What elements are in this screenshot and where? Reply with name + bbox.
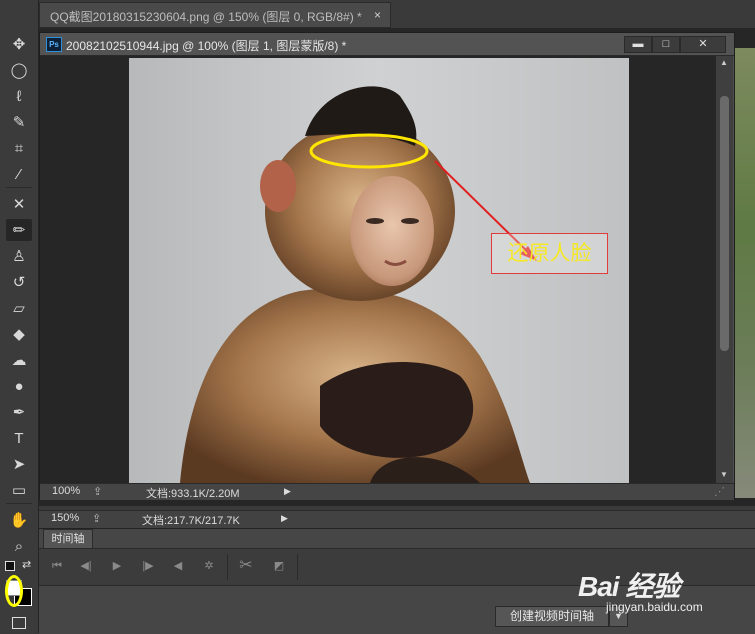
- back-document-close-icon[interactable]: ×: [374, 8, 381, 22]
- highlight-ellipse: [5, 575, 23, 607]
- crop-tool-icon[interactable]: ⌗: [6, 137, 32, 159]
- healing-tool-icon[interactable]: ✕: [6, 193, 32, 215]
- back-document-tab[interactable]: QQ截图20180315230604.png @ 150% (图层 0, RGB…: [39, 2, 391, 28]
- share-icon[interactable]: ⇪: [93, 485, 102, 498]
- quick-mask-icon[interactable]: [12, 617, 26, 629]
- next-frame-icon[interactable]: |▶: [140, 558, 156, 574]
- eyedropper-tool-icon[interactable]: ⁄: [6, 163, 32, 185]
- divider: [227, 554, 228, 580]
- scroll-down-icon[interactable]: ▼: [720, 470, 728, 479]
- marquee-tool-icon[interactable]: ◯: [6, 59, 32, 81]
- back-status-menu-icon[interactable]: ▶: [281, 513, 288, 524]
- canvas-area[interactable]: [40, 56, 716, 483]
- first-frame-icon[interactable]: ⏮: [49, 558, 65, 574]
- brush-tool-icon[interactable]: ✏: [6, 219, 32, 241]
- document-status-bar: 100% ⇪ 文档:933.1K/2.20M ▶ ⋰: [40, 483, 734, 500]
- photoshop-icon: Ps: [46, 37, 62, 52]
- toolbar-divider: [6, 187, 32, 188]
- blur-tool-icon[interactable]: ☁: [6, 349, 32, 371]
- default-colors-icon[interactable]: [5, 561, 15, 571]
- monkey-ear: [260, 160, 296, 212]
- zoom-level[interactable]: 100%: [52, 485, 80, 497]
- scroll-up-icon[interactable]: ▲: [720, 58, 728, 67]
- play-icon[interactable]: ▶: [109, 558, 125, 574]
- previous-frame-icon[interactable]: ◀|: [78, 558, 94, 574]
- clone-stamp-tool-icon[interactable]: ♙: [6, 245, 32, 267]
- baidu-watermark-logo: Bai 经验: [578, 571, 680, 602]
- toolbar-divider: [6, 503, 32, 504]
- split-scissors-icon[interactable]: ✂: [238, 558, 254, 574]
- swap-colors-icon[interactable]: ⇄: [22, 558, 31, 571]
- back-document-title: QQ截图20180315230604.png @ 150% (图层 0, RGB…: [50, 10, 362, 24]
- monkey-hands: [320, 362, 474, 458]
- quick-select-tool-icon[interactable]: ✎: [6, 111, 32, 133]
- back-share-icon[interactable]: ⇪: [92, 512, 101, 525]
- document-size: 文档:933.1K/2.20M: [146, 488, 240, 500]
- type-tool-icon[interactable]: T: [6, 427, 32, 449]
- document-title: 20082102510944.jpg @ 100% (图层 1, 图层蒙版/8)…: [66, 39, 347, 53]
- lasso-tool-icon[interactable]: ℓ: [6, 85, 32, 107]
- shape-tool-icon[interactable]: ▭: [6, 479, 32, 501]
- resize-grip-icon[interactable]: ⋰: [714, 485, 725, 498]
- hand-tool-icon[interactable]: ✋: [6, 509, 32, 531]
- close-button[interactable]: ✕: [680, 36, 726, 53]
- tools-panel: ✥ ◯ ℓ ✎ ⌗ ⁄ ✕ ✏ ♙ ↺ ▱ ◆ ☁ ● ✒ T ➤ ▭ ✋ ⌕ ⇄: [0, 0, 39, 633]
- document-canvas[interactable]: [40, 56, 716, 483]
- path-select-tool-icon[interactable]: ➤: [6, 453, 32, 475]
- eraser-tool-icon[interactable]: ▱: [6, 297, 32, 319]
- history-brush-tool-icon[interactable]: ↺: [6, 271, 32, 293]
- tab-timeline[interactable]: 时间轴: [43, 529, 93, 548]
- annotation-label-box: 还原人脸: [491, 233, 608, 274]
- back-zoom-level[interactable]: 150%: [51, 512, 79, 524]
- maximize-button[interactable]: □: [652, 36, 680, 53]
- transition-icon[interactable]: ◩: [271, 558, 287, 574]
- zoom-tool-icon[interactable]: ⌕: [6, 535, 32, 557]
- dodge-tool-icon[interactable]: ●: [6, 375, 32, 397]
- paint-bucket-tool-icon[interactable]: ◆: [6, 323, 32, 345]
- pen-tool-icon[interactable]: ✒: [6, 401, 32, 423]
- move-tool-icon[interactable]: ✥: [6, 33, 32, 55]
- human-face: [350, 176, 434, 286]
- scrollbar-thumb[interactable]: [720, 96, 729, 351]
- audio-icon[interactable]: ◀: [170, 558, 186, 574]
- status-menu-icon[interactable]: ▶: [284, 486, 291, 497]
- document-title-bar[interactable]: Ps 20082102510944.jpg @ 100% (图层 1, 图层蒙版…: [40, 33, 734, 56]
- create-video-timeline-button[interactable]: 创建视频时间轴: [495, 606, 609, 627]
- annotation-label: 还原人脸: [507, 241, 592, 265]
- back-document-size: 文档:217.7K/217.7K: [142, 515, 240, 527]
- document-window: Ps 20082102510944.jpg @ 100% (图层 1, 图层蒙版…: [39, 32, 735, 500]
- divider: [297, 554, 298, 580]
- vertical-scrollbar[interactable]: ▲ ▼: [716, 56, 733, 483]
- baidu-watermark-url: jingyan.baidu.com: [606, 600, 703, 614]
- settings-gear-icon[interactable]: ✲: [201, 558, 217, 574]
- back-document-status-bar: 150% ⇪ 文档:217.7K/217.7K ▶: [39, 510, 755, 528]
- minimize-button[interactable]: ▬: [624, 36, 652, 53]
- back-document-image-edge: [735, 48, 755, 498]
